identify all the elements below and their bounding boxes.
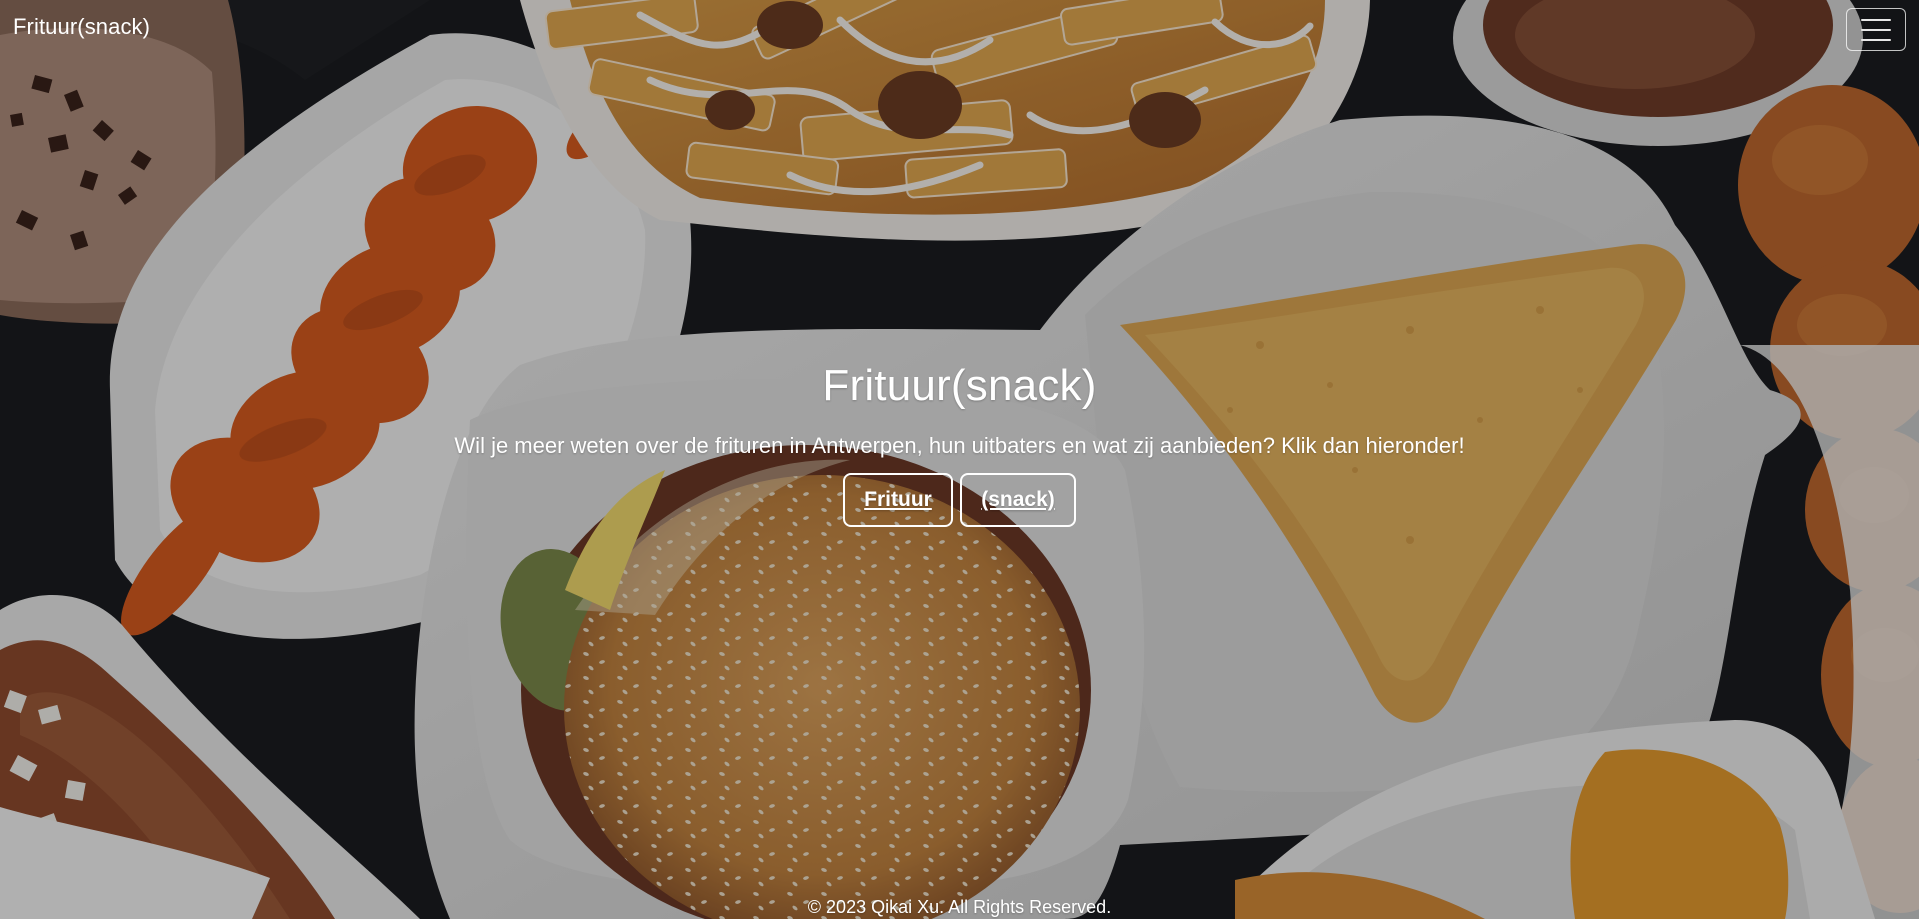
snack-button[interactable]: (snack)	[960, 473, 1076, 528]
hero-subtitle: Wil je meer weten over de frituren in An…	[454, 433, 1465, 458]
menu-toggle-button[interactable]	[1846, 8, 1906, 51]
navbar: Frituur(snack)	[0, 0, 1919, 60]
hero-actions: Frituur (snack)	[0, 473, 1919, 528]
hero-section: Frituur(snack) Wil je meer weten over de…	[0, 361, 1919, 528]
hero-title: Frituur(snack)	[822, 361, 1097, 410]
hamburger-icon	[1861, 18, 1891, 41]
footer-copyright: © 2023 Qikai Xu. All Rights Reserved.	[807, 897, 1112, 917]
frituur-button[interactable]: Frituur	[843, 473, 953, 528]
landing-page: Frituur(snack) Frituur(snack) Wil je mee…	[0, 0, 1919, 919]
site-brand-link[interactable]: Frituur(snack)	[13, 16, 150, 38]
